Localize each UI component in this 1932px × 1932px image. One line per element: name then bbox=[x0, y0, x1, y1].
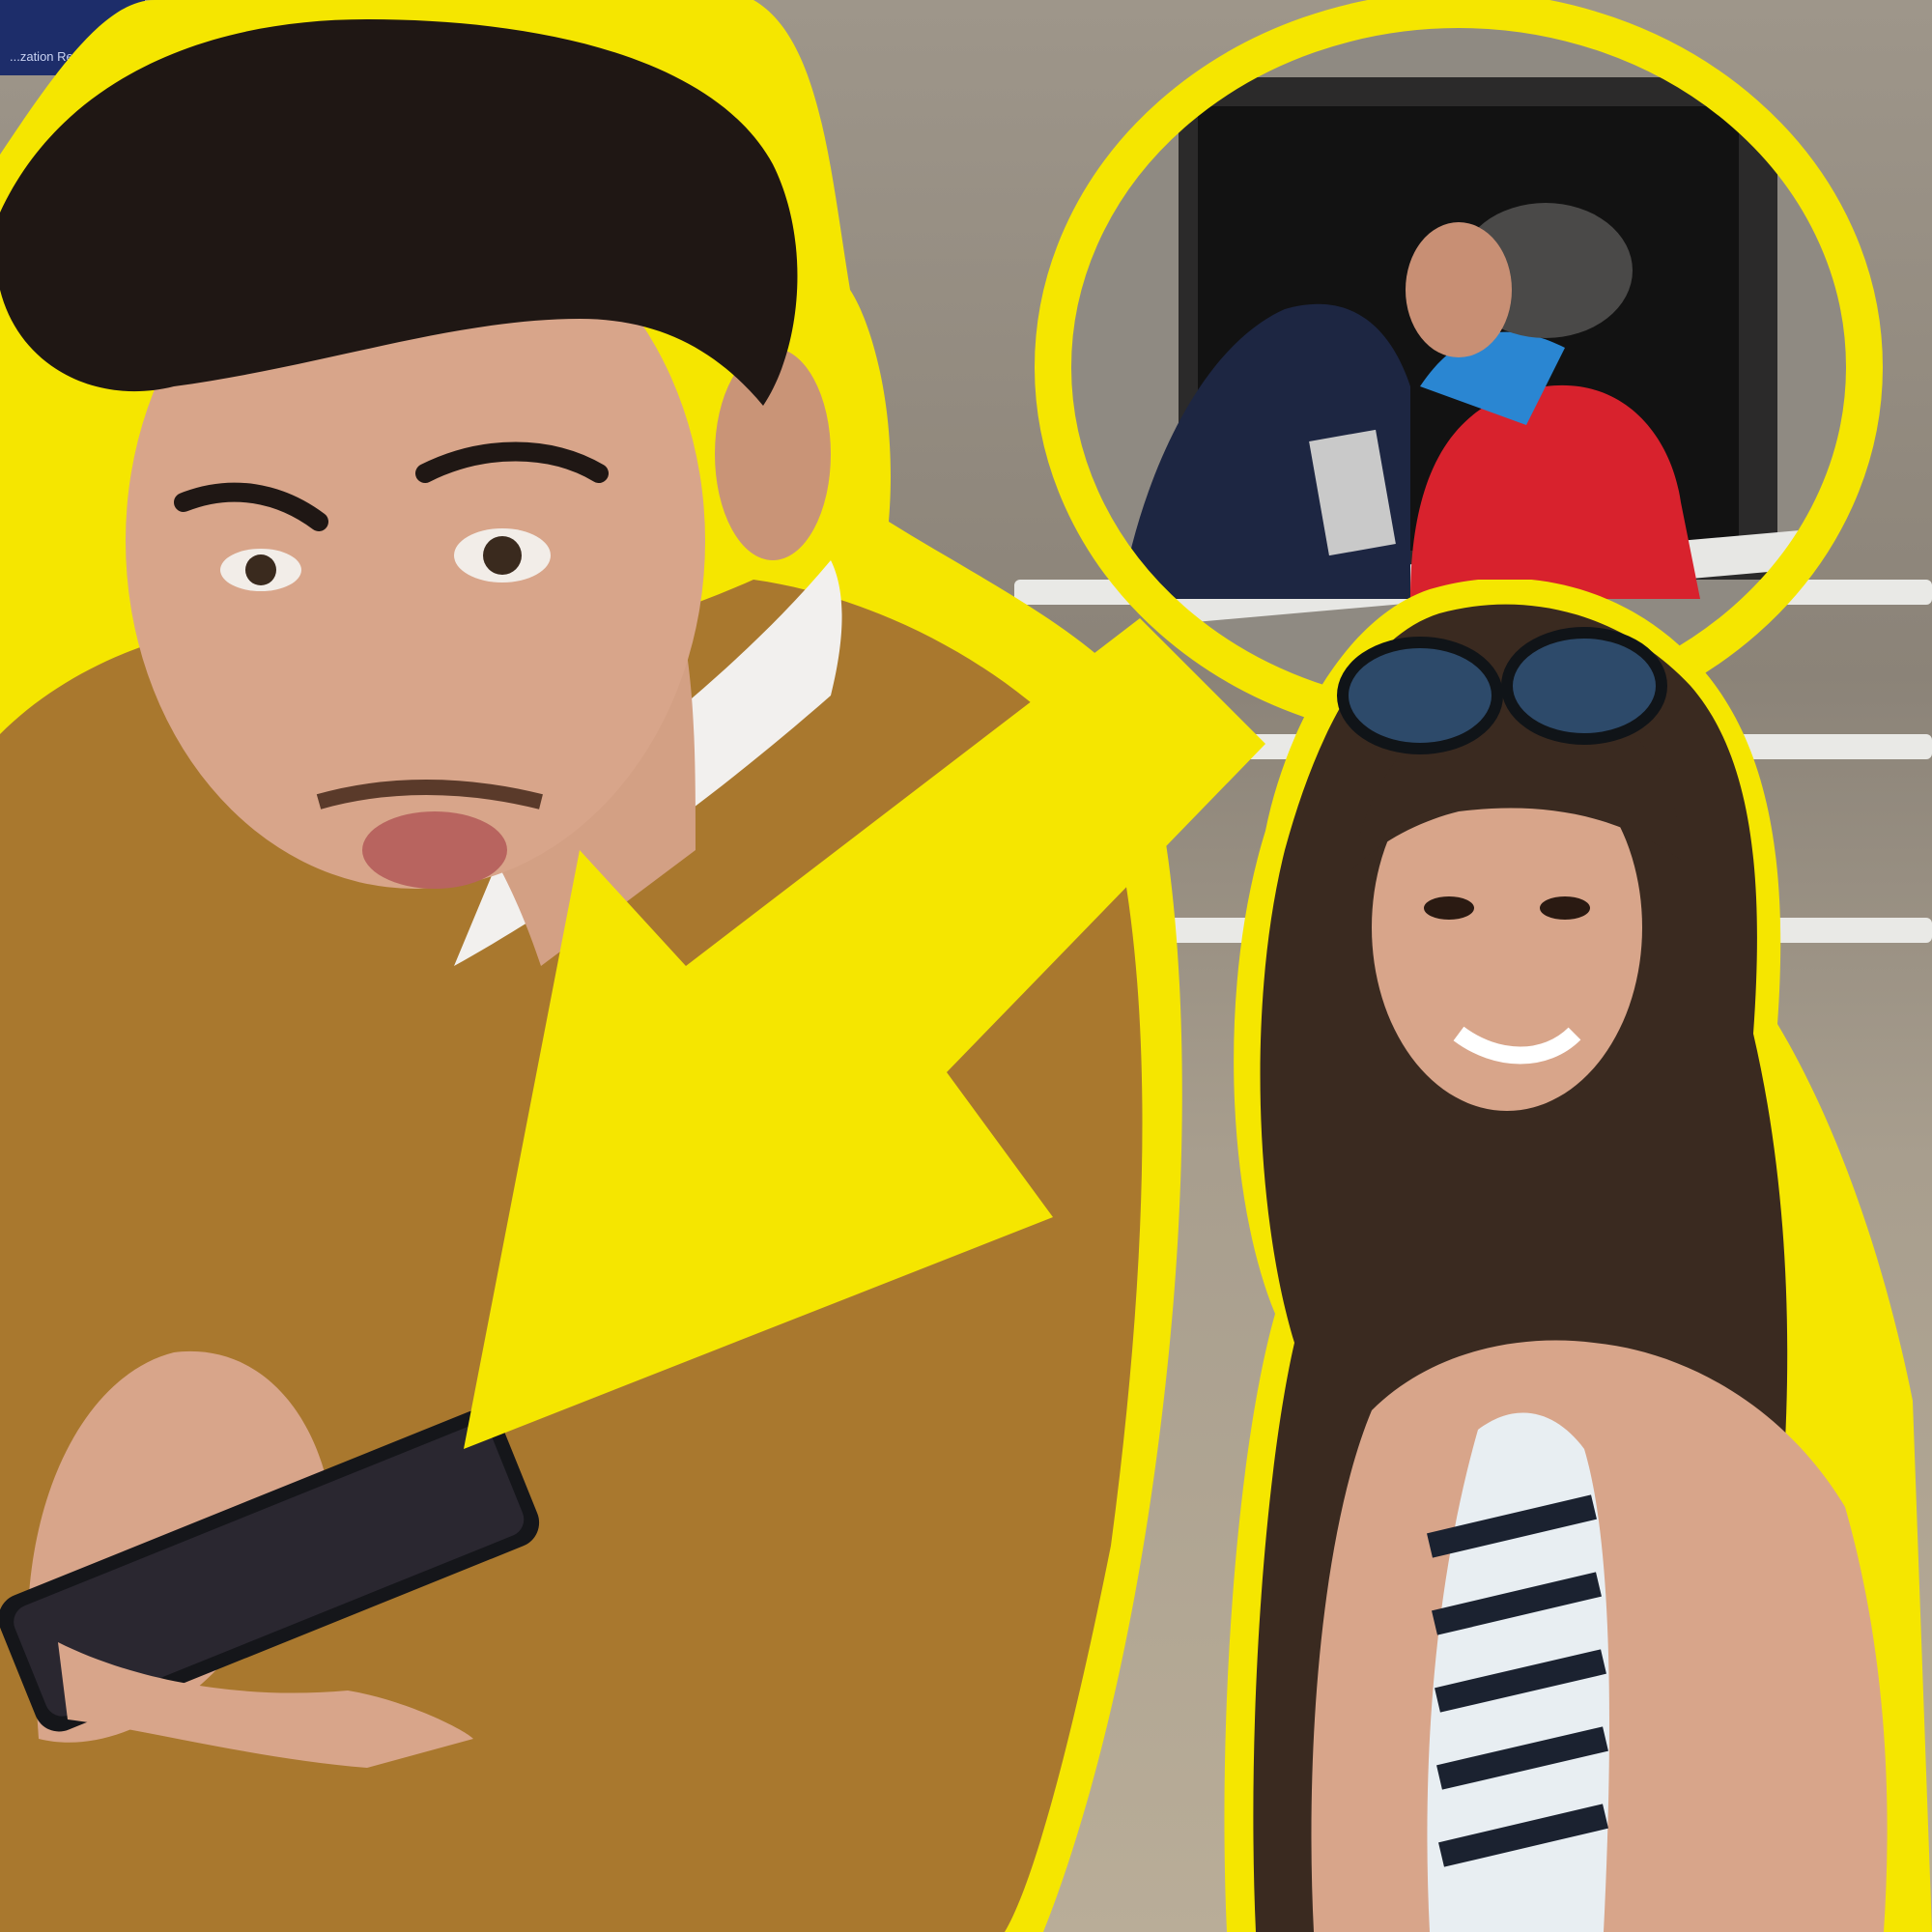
thumbnail-scene: ...zation Reactor bbox=[0, 0, 1932, 1932]
sunglasses-icon bbox=[1337, 637, 1503, 754]
yellow-arrow-icon bbox=[464, 618, 1265, 1449]
